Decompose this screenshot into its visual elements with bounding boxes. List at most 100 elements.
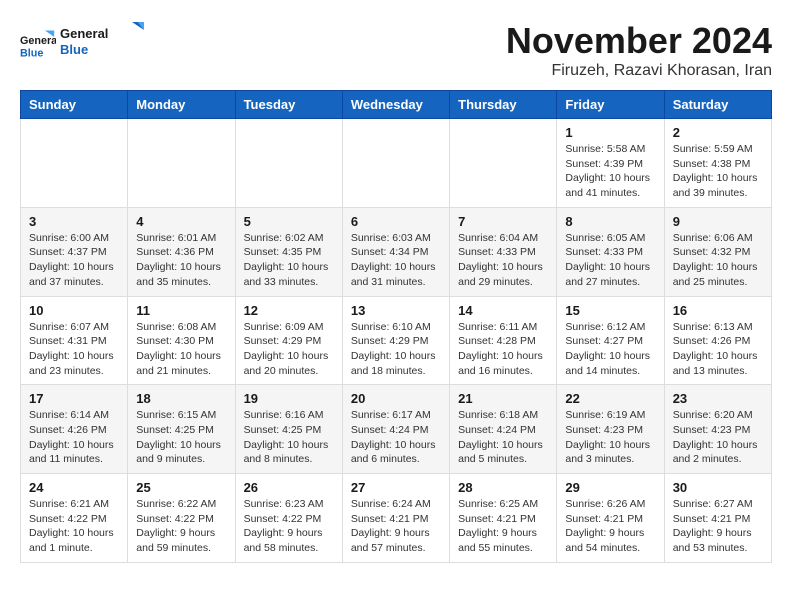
day-number: 22 [565,391,655,406]
calendar-cell: 25 Sunrise: 6:22 AM Sunset: 4:22 PM Dayli… [128,474,235,563]
calendar-cell: 17 Sunrise: 6:14 AM Sunset: 4:26 PM Dayli… [21,385,128,474]
calendar-cell [128,119,235,208]
calendar-week-row: 10 Sunrise: 6:07 AM Sunset: 4:31 PM Dayli… [21,296,772,385]
calendar: SundayMondayTuesdayWednesdayThursdayFrid… [20,90,772,563]
calendar-cell: 6 Sunrise: 6:03 AM Sunset: 4:34 PM Daylig… [342,207,449,296]
calendar-cell: 28 Sunrise: 6:25 AM Sunset: 4:21 PM Dayli… [450,474,557,563]
header-day-monday: Monday [128,91,235,119]
title-area: November 2024 Firuzeh, Razavi Khorasan, … [506,20,772,80]
calendar-week-row: 17 Sunrise: 6:14 AM Sunset: 4:26 PM Dayli… [21,385,772,474]
day-info: Sunrise: 6:09 AM Sunset: 4:29 PM Dayligh… [244,320,334,379]
calendar-cell: 26Sunrise: 6:23 AM Sunset: 4:22 PM Dayli… [235,474,342,563]
day-number: 13 [351,303,441,318]
day-info: Sunrise: 6:07 AM Sunset: 4:31 PM Dayligh… [29,320,119,379]
calendar-header-row: SundayMondayTuesdayWednesdayThursdayFrid… [21,91,772,119]
calendar-cell: 19 Sunrise: 6:16 AM Sunset: 4:25 PM Dayli… [235,385,342,474]
location: Firuzeh, Razavi Khorasan, Iran [506,62,772,80]
day-number: 7 [458,214,548,229]
calendar-week-row: 24 Sunrise: 6:21 AM Sunset: 4:22 PM Dayli… [21,474,772,563]
calendar-cell [450,119,557,208]
header-day-tuesday: Tuesday [235,91,342,119]
calendar-cell: 9Sunrise: 6:06 AM Sunset: 4:32 PM Daylig… [664,207,771,296]
day-number: 1 [565,125,655,140]
day-info: Sunrise: 6:00 AM Sunset: 4:37 PM Dayligh… [29,231,119,290]
svg-text:General: General [20,35,56,47]
calendar-cell [235,119,342,208]
header-day-thursday: Thursday [450,91,557,119]
calendar-week-row: 3Sunrise: 6:00 AM Sunset: 4:37 PM Daylig… [21,207,772,296]
day-number: 12 [244,303,334,318]
header-day-friday: Friday [557,91,664,119]
day-info: Sunrise: 6:12 AM Sunset: 4:27 PM Dayligh… [565,320,655,379]
calendar-cell: 29 Sunrise: 6:26 AM Sunset: 4:21 PM Dayli… [557,474,664,563]
logo-icon: General Blue [20,26,56,62]
calendar-cell [342,119,449,208]
day-info: Sunrise: 6:25 AM Sunset: 4:21 PM Dayligh… [458,497,548,556]
day-info: Sunrise: 6:02 AM Sunset: 4:35 PM Dayligh… [244,231,334,290]
day-number: 10 [29,303,119,318]
day-info: Sunrise: 6:24 AM Sunset: 4:21 PM Dayligh… [351,497,441,556]
day-number: 8 [565,214,655,229]
calendar-week-row: 1 Sunrise: 5:58 AM Sunset: 4:39 PM Daylig… [21,119,772,208]
day-info: Sunrise: 6:03 AM Sunset: 4:34 PM Dayligh… [351,231,441,290]
calendar-cell: 7 Sunrise: 6:04 AM Sunset: 4:33 PM Daylig… [450,207,557,296]
header-day-wednesday: Wednesday [342,91,449,119]
day-number: 20 [351,391,441,406]
day-info: Sunrise: 6:21 AM Sunset: 4:22 PM Dayligh… [29,497,119,556]
day-info: Sunrise: 6:08 AM Sunset: 4:30 PM Dayligh… [136,320,226,379]
calendar-cell: 2 Sunrise: 5:59 AM Sunset: 4:38 PM Daylig… [664,119,771,208]
day-number: 21 [458,391,548,406]
calendar-cell [21,119,128,208]
day-info: Sunrise: 6:13 AM Sunset: 4:26 PM Dayligh… [673,320,763,379]
day-number: 26 [244,480,334,495]
day-number: 4 [136,214,226,229]
day-info: Sunrise: 6:26 AM Sunset: 4:21 PM Dayligh… [565,497,655,556]
day-info: Sunrise: 6:17 AM Sunset: 4:24 PM Dayligh… [351,408,441,467]
day-info: Sunrise: 6:01 AM Sunset: 4:36 PM Dayligh… [136,231,226,290]
calendar-cell: 10 Sunrise: 6:07 AM Sunset: 4:31 PM Dayli… [21,296,128,385]
calendar-cell: 8 Sunrise: 6:05 AM Sunset: 4:33 PM Daylig… [557,207,664,296]
day-number: 2 [673,125,763,140]
calendar-cell: 15Sunrise: 6:12 AM Sunset: 4:27 PM Dayli… [557,296,664,385]
day-info: Sunrise: 6:19 AM Sunset: 4:23 PM Dayligh… [565,408,655,467]
calendar-cell: 16Sunrise: 6:13 AM Sunset: 4:26 PM Dayli… [664,296,771,385]
calendar-cell: 20 Sunrise: 6:17 AM Sunset: 4:24 PM Dayli… [342,385,449,474]
calendar-cell: 27 Sunrise: 6:24 AM Sunset: 4:21 PM Dayli… [342,474,449,563]
calendar-cell: 18Sunrise: 6:15 AM Sunset: 4:25 PM Dayli… [128,385,235,474]
day-number: 19 [244,391,334,406]
calendar-cell: 14 Sunrise: 6:11 AM Sunset: 4:28 PM Dayli… [450,296,557,385]
day-number: 24 [29,480,119,495]
day-info: Sunrise: 5:58 AM Sunset: 4:39 PM Dayligh… [565,142,655,201]
day-number: 25 [136,480,226,495]
calendar-cell: 4 Sunrise: 6:01 AM Sunset: 4:36 PM Daylig… [128,207,235,296]
day-info: Sunrise: 6:20 AM Sunset: 4:23 PM Dayligh… [673,408,763,467]
day-number: 17 [29,391,119,406]
day-number: 29 [565,480,655,495]
calendar-cell: 1 Sunrise: 5:58 AM Sunset: 4:39 PM Daylig… [557,119,664,208]
day-info: Sunrise: 6:04 AM Sunset: 4:33 PM Dayligh… [458,231,548,290]
header-day-saturday: Saturday [664,91,771,119]
day-info: Sunrise: 6:27 AM Sunset: 4:21 PM Dayligh… [673,497,763,556]
day-info: Sunrise: 6:18 AM Sunset: 4:24 PM Dayligh… [458,408,548,467]
calendar-cell: 12 Sunrise: 6:09 AM Sunset: 4:29 PM Dayli… [235,296,342,385]
logo: General Blue General Blue [20,20,150,67]
day-info: Sunrise: 6:14 AM Sunset: 4:26 PM Dayligh… [29,408,119,467]
day-info: Sunrise: 6:05 AM Sunset: 4:33 PM Dayligh… [565,231,655,290]
day-info: Sunrise: 6:16 AM Sunset: 4:25 PM Dayligh… [244,408,334,467]
calendar-cell: 3Sunrise: 6:00 AM Sunset: 4:37 PM Daylig… [21,207,128,296]
header-day-sunday: Sunday [21,91,128,119]
day-number: 27 [351,480,441,495]
calendar-cell: 11Sunrise: 6:08 AM Sunset: 4:30 PM Dayli… [128,296,235,385]
day-info: Sunrise: 5:59 AM Sunset: 4:38 PM Dayligh… [673,142,763,201]
calendar-cell: 5Sunrise: 6:02 AM Sunset: 4:35 PM Daylig… [235,207,342,296]
day-info: Sunrise: 6:15 AM Sunset: 4:25 PM Dayligh… [136,408,226,467]
day-info: Sunrise: 6:22 AM Sunset: 4:22 PM Dayligh… [136,497,226,556]
day-number: 28 [458,480,548,495]
day-number: 14 [458,303,548,318]
day-number: 6 [351,214,441,229]
calendar-cell: 30Sunrise: 6:27 AM Sunset: 4:21 PM Dayli… [664,474,771,563]
calendar-cell: 13Sunrise: 6:10 AM Sunset: 4:29 PM Dayli… [342,296,449,385]
day-info: Sunrise: 6:11 AM Sunset: 4:28 PM Dayligh… [458,320,548,379]
svg-text:Blue: Blue [60,42,88,57]
svg-text:Blue: Blue [20,47,43,59]
